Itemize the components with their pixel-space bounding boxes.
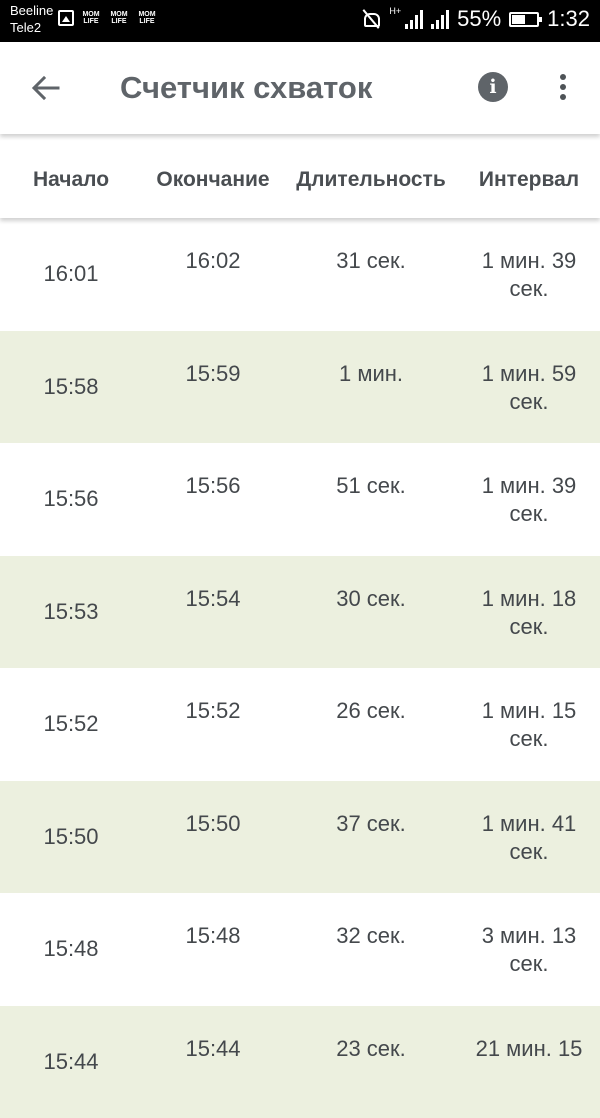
duration: 37 сек. — [284, 810, 458, 838]
duration: 51 сек. — [284, 472, 458, 500]
clock: 1:32 — [547, 6, 590, 32]
end-time: 15:50 — [142, 810, 284, 838]
interval: 1 мин. 41сек. — [458, 810, 600, 866]
start-time: 15:52 — [0, 710, 142, 738]
start-time: 15:48 — [0, 935, 142, 963]
header-duration: Длительность — [284, 168, 458, 192]
table-row[interactable]: 15:48 15:48 32 сек. 3 мин. 13сек. — [0, 893, 600, 1006]
end-time: 15:56 — [142, 472, 284, 500]
interval: 21 мин. 15 — [458, 1035, 600, 1063]
duration: 26 сек. — [284, 697, 458, 725]
notification-icons: MOM LIFE MOM LIFE MOM LIFE — [58, 10, 158, 26]
signal-icon — [405, 9, 423, 29]
page-title: Счетчик схваток — [120, 70, 372, 106]
momlife-icon: MOM LIFE — [108, 11, 130, 25]
interval: 1 мин. 39сек. — [458, 247, 600, 303]
battery-icon — [509, 12, 539, 27]
momlife-icon: MOM LIFE — [80, 11, 102, 25]
interval: 3 мин. 13сек. — [458, 922, 600, 978]
start-time: 15:50 — [0, 823, 142, 851]
header-interval: Интервал — [458, 168, 600, 192]
end-time: 15:54 — [142, 585, 284, 613]
duration: 30 сек. — [284, 585, 458, 613]
start-time: 15:53 — [0, 598, 142, 626]
header-end: Окончание — [142, 168, 284, 192]
start-time: 15:56 — [0, 485, 142, 513]
table-row[interactable]: 15:58 15:59 1 мин. 1 мин. 59сек. — [0, 331, 600, 444]
table-row[interactable]: 15:52 15:52 26 сек. 1 мин. 15сек. — [0, 668, 600, 781]
table-row[interactable]: 15:50 15:50 37 сек. 1 мин. 41сек. — [0, 781, 600, 894]
image-icon — [58, 10, 74, 26]
more-vert-icon[interactable] — [555, 74, 571, 104]
interval: 1 мин. 59сек. — [458, 360, 600, 416]
app-bar: Счетчик схваток i — [0, 42, 600, 134]
table-row[interactable]: 15:56 15:56 51 сек. 1 мин. 39сек. — [0, 443, 600, 556]
header-start: Начало — [0, 168, 142, 192]
arrow-left-icon[interactable] — [30, 72, 62, 104]
carrier-names: Beeline Tele2 — [10, 2, 53, 36]
system-icons: H+ 55% 1:32 — [361, 6, 590, 32]
end-time: 15:52 — [142, 697, 284, 725]
end-time: 16:02 — [142, 247, 284, 275]
interval: 1 мин. 39сек. — [458, 472, 600, 528]
end-time: 15:59 — [142, 360, 284, 388]
carrier-2: Tele2 — [10, 19, 53, 36]
duration: 1 мин. — [284, 360, 458, 388]
table-header: Начало Окончание Длительность Интервал — [0, 134, 600, 218]
carrier-1: Beeline — [10, 2, 53, 19]
status-bar: Beeline Tele2 MOM LIFE MOM LIFE MOM LIFE… — [0, 0, 600, 42]
momlife-icon: MOM LIFE — [136, 11, 158, 25]
end-time: 15:48 — [142, 922, 284, 950]
duration: 23 сек. — [284, 1035, 458, 1063]
start-time: 16:01 — [0, 260, 142, 288]
start-time: 15:44 — [0, 1048, 142, 1076]
duration: 32 сек. — [284, 922, 458, 950]
interval: 1 мин. 18сек. — [458, 585, 600, 641]
table-row[interactable]: 15:44 15:44 23 сек. 21 мин. 15 — [0, 1006, 600, 1118]
table-row[interactable]: 16:01 16:02 31 сек. 1 мин. 39сек. — [0, 218, 600, 331]
battery-percent: 55% — [457, 6, 501, 32]
contractions-list: 16:01 16:02 31 сек. 1 мин. 39сек. 15:58 … — [0, 218, 600, 1118]
duration: 31 сек. — [284, 247, 458, 275]
signal-icon — [431, 9, 449, 29]
interval: 1 мин. 15сек. — [458, 697, 600, 753]
start-time: 15:58 — [0, 373, 142, 401]
table-row[interactable]: 15:53 15:54 30 сек. 1 мин. 18сек. — [0, 556, 600, 669]
mute-icon — [361, 9, 381, 29]
network-type: H+ — [389, 6, 401, 16]
info-icon[interactable]: i — [478, 72, 508, 102]
end-time: 15:44 — [142, 1035, 284, 1063]
